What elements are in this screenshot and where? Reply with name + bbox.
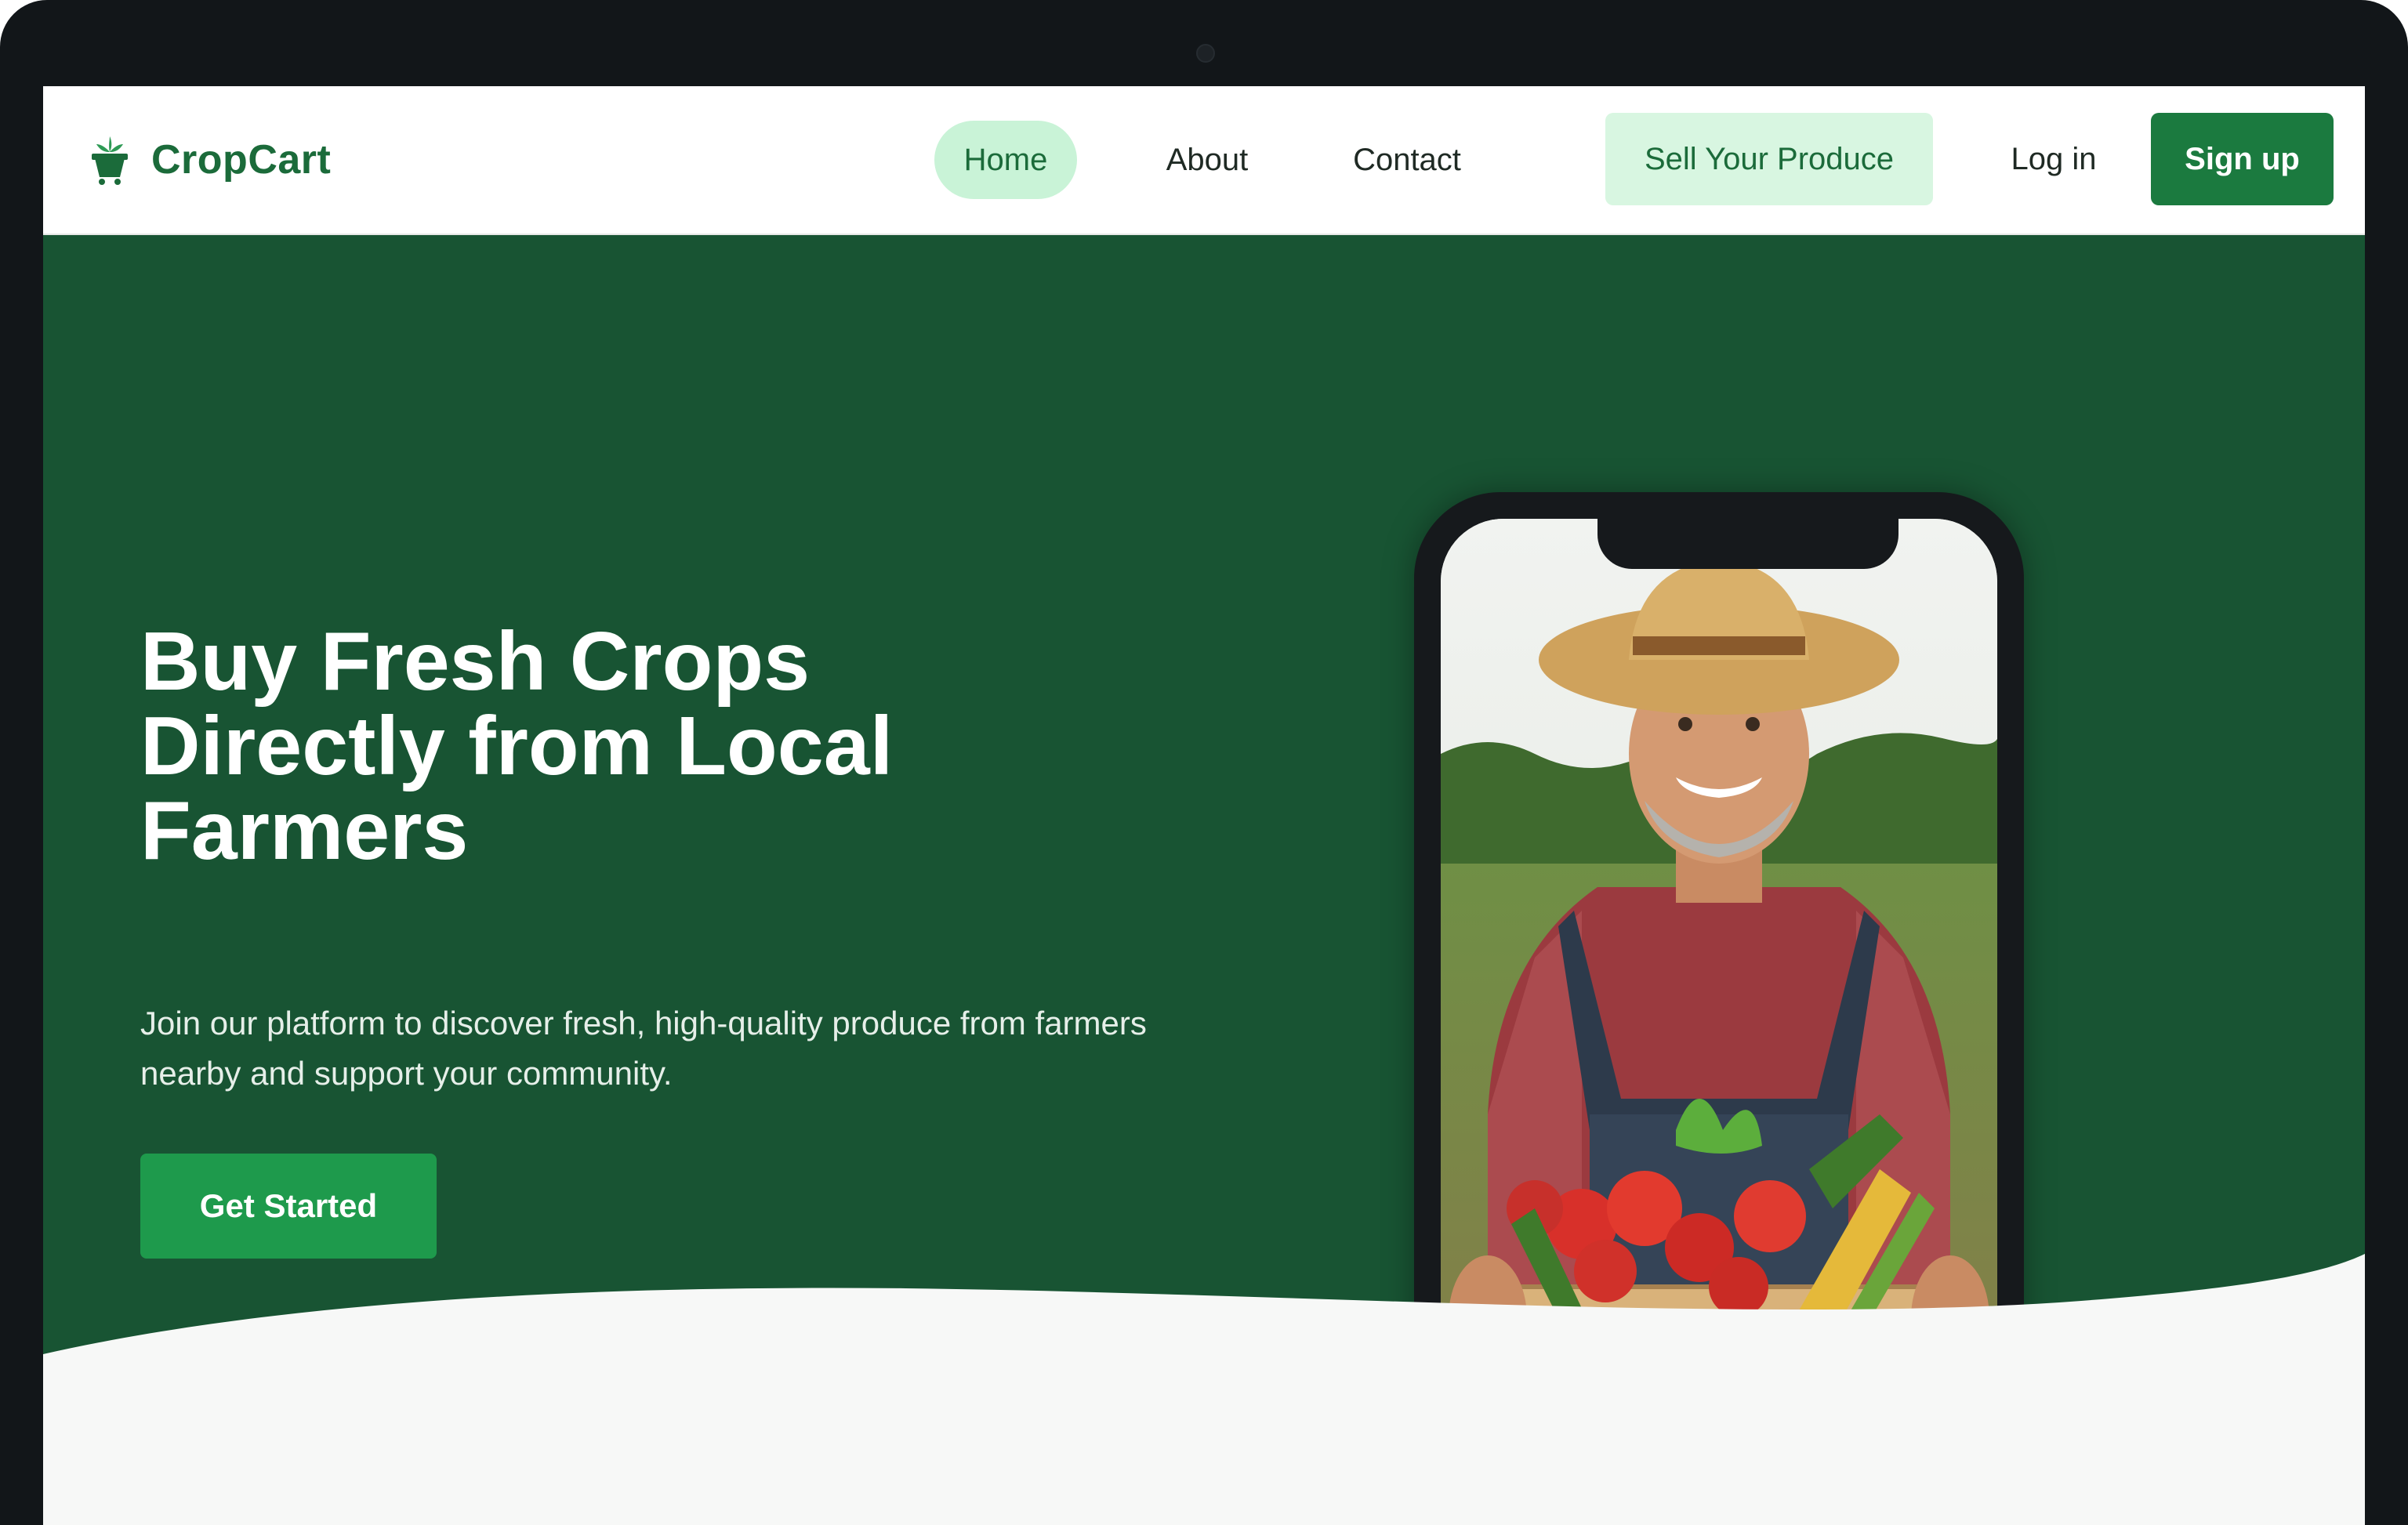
phone-notch xyxy=(1597,519,1898,569)
get-started-button[interactable]: Get Started xyxy=(140,1154,437,1259)
navbar: CropCart Home About Contact Sell Your Pr… xyxy=(43,86,2365,235)
sell-produce-button[interactable]: Sell Your Produce xyxy=(1605,113,1933,205)
brand-logo[interactable]: CropCart xyxy=(89,135,331,185)
browser-viewport: CropCart Home About Contact Sell Your Pr… xyxy=(43,86,2365,1525)
webcam-icon xyxy=(1196,44,1215,63)
wave-divider xyxy=(43,1254,2365,1525)
signup-button[interactable]: Sign up xyxy=(2151,113,2334,205)
hero-headline: Buy Fresh Crops Directly from Local Farm… xyxy=(140,615,894,877)
nav-home[interactable]: Home xyxy=(934,121,1077,199)
hero-section: Buy Fresh Crops Directly from Local Farm… xyxy=(43,235,2365,1525)
nav-contact[interactable]: Contact xyxy=(1329,121,1485,199)
brand-name: CropCart xyxy=(151,137,332,183)
shopping-basket-icon xyxy=(92,136,128,185)
login-button[interactable]: Log in xyxy=(1987,113,2120,205)
nav-about[interactable]: About xyxy=(1141,121,1274,199)
hero-subtext: Join our platform to discover fresh, hig… xyxy=(140,1005,1147,1092)
